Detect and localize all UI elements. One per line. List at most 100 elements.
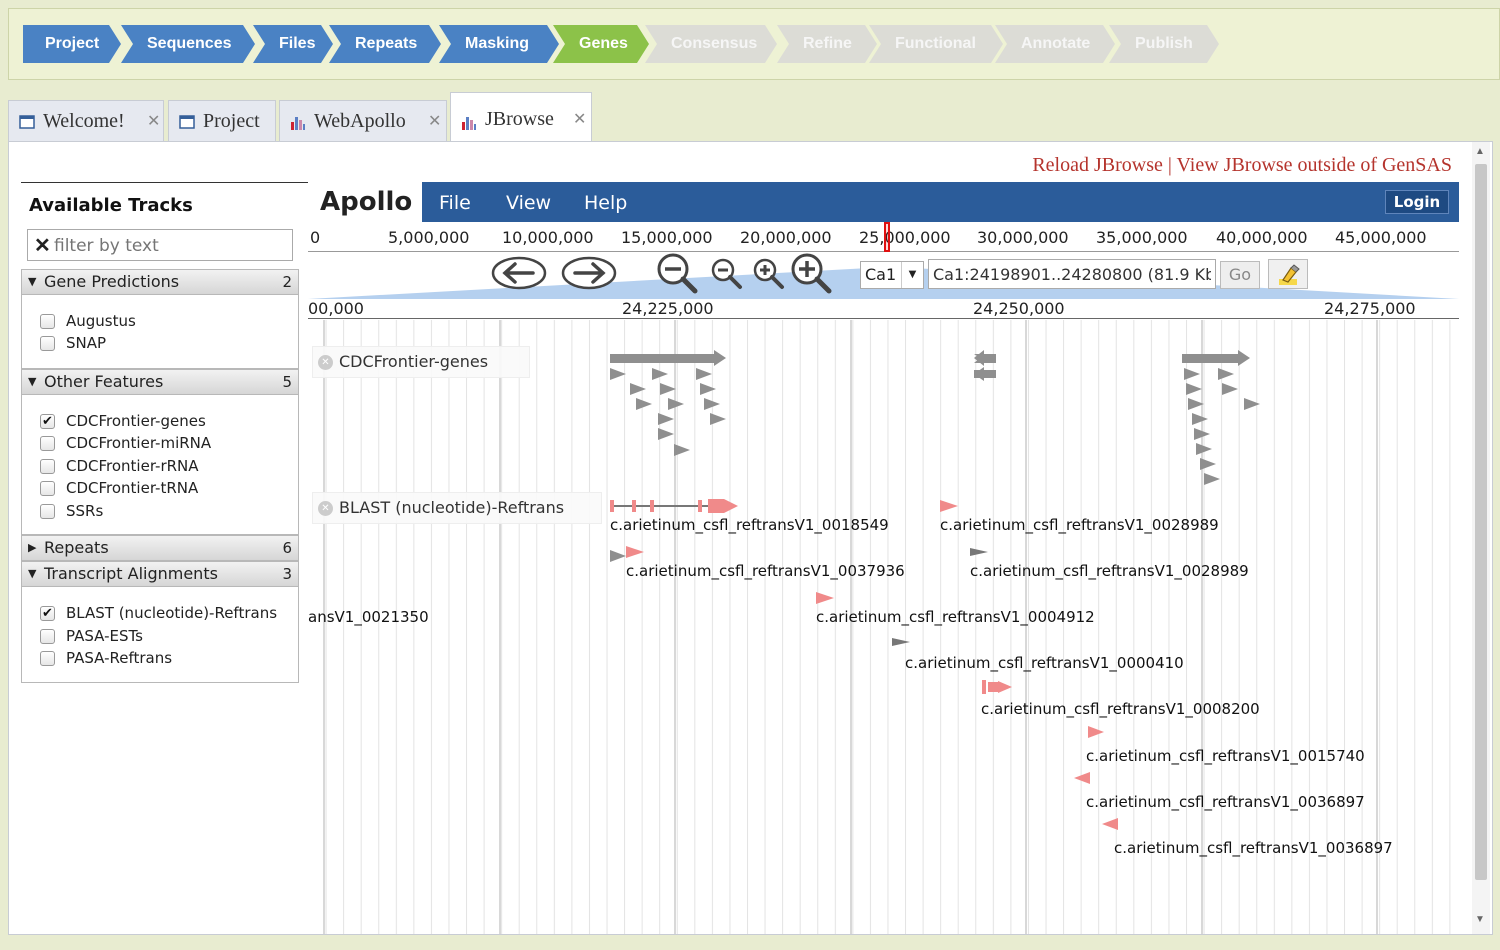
tab-label: JBrowse (485, 108, 554, 130)
scroll-up-icon[interactable]: ▲ (1475, 146, 1485, 157)
overview-tick: 40,000,000 (1216, 228, 1308, 247)
feature-label[interactable]: c.arietinum_csfl_reftransV1_0037936 (626, 562, 905, 580)
reload-jbrowse-link[interactable]: Reload JBrowse (1032, 154, 1163, 176)
track-label-genes[interactable]: ✕ CDCFrontier-genes (312, 346, 530, 378)
category-repeats[interactable]: ▶ Repeats 6 (21, 535, 299, 561)
track-selector: Available Tracks ✕ ▼ Gene Predictions 2 … (21, 182, 309, 934)
close-icon[interactable]: ✕ (428, 101, 441, 141)
menu-help[interactable]: Help (584, 192, 627, 214)
scale-ruler: 00,000 24,225,000 24,250,000 24,275,000 (308, 299, 1459, 319)
feature-label[interactable]: c.arietinum_csfl_reftransV1_0028989 (940, 516, 1219, 534)
overview-tick: 15,000,000 (621, 228, 713, 247)
scroll-down-icon[interactable]: ▼ (1475, 914, 1485, 925)
checked-checkbox[interactable]: ✔ (40, 606, 55, 621)
scale-tick: 24,275,000 (1324, 299, 1416, 318)
feature-label[interactable]: ansV1_0021350 (308, 608, 429, 626)
feature-label[interactable]: c.arietinum_csfl_reftransV1_0000410 (905, 654, 1184, 672)
step-project[interactable]: Project (23, 25, 121, 63)
track-name: CDCFrontier-genes (339, 352, 489, 371)
tab-webapollo[interactable]: WebApollo ✕ (279, 100, 447, 142)
track-filter-input[interactable] (54, 235, 284, 257)
view-outside-link[interactable]: View JBrowse outside of GenSAS (1177, 154, 1452, 176)
tab-welcome[interactable]: Welcome! ✕ (8, 100, 164, 142)
highlight-button[interactable] (1268, 259, 1308, 289)
step-refine[interactable]: Refine (777, 25, 877, 63)
category-gene-predictions[interactable]: ▼ Gene Predictions 2 (21, 269, 299, 295)
pan-left-button[interactable] (490, 253, 548, 293)
track-checkbox[interactable] (40, 504, 55, 519)
pan-right-button[interactable] (560, 253, 618, 293)
step-label: Functional (895, 35, 976, 52)
workflow-bar: Project Sequences Files Repeats Masking … (8, 8, 1500, 80)
category-body: Augustus SNAP (21, 295, 299, 369)
track-label: BLAST (nucleotide)-Reftrans (66, 604, 278, 622)
feature-label[interactable]: c.arietinum_csfl_reftransV1_0036897 (1086, 793, 1365, 811)
navigation-bar: Ca1 ▼ Go (308, 253, 1459, 299)
step-files[interactable]: Files (253, 25, 333, 63)
feature-label[interactable]: c.arietinum_csfl_reftransV1_0018549 (610, 516, 889, 534)
zoom-in-small-button[interactable] (750, 253, 786, 293)
category-transcript-alignments[interactable]: ▼ Transcript Alignments 3 (21, 561, 299, 587)
menu-view[interactable]: View (506, 192, 551, 214)
overview-tick: 45,000,000 (1335, 228, 1427, 247)
clear-filter-icon[interactable]: ✕ (34, 233, 51, 258)
feature-label[interactable]: c.arietinum_csfl_reftransV1_0036897 (1114, 839, 1393, 857)
location-input[interactable] (928, 259, 1216, 289)
step-annotate[interactable]: Annotate (995, 25, 1115, 63)
close-icon[interactable]: ✕ (147, 101, 160, 141)
expand-triangle-icon: ▶ (28, 541, 37, 554)
step-sequences[interactable]: Sequences (121, 25, 255, 63)
close-track-icon[interactable]: ✕ (318, 501, 333, 516)
go-button[interactable]: Go (1220, 261, 1260, 289)
login-button[interactable]: Login (1385, 190, 1449, 214)
step-consensus[interactable]: Consensus (645, 25, 777, 63)
close-icon[interactable]: ✕ (573, 93, 586, 145)
track-checkbox[interactable] (40, 336, 55, 351)
track-checkbox[interactable] (40, 314, 55, 329)
chevron-down-icon: ▼ (901, 262, 923, 288)
tab-jbrowse[interactable]: JBrowse ✕ (450, 92, 592, 142)
overview-tick: 5,000,000 (388, 228, 470, 247)
link-separator: | (1167, 154, 1172, 176)
apollo-logo: Apollo (308, 182, 422, 222)
category-other-features[interactable]: ▼ Other Features 5 (21, 369, 299, 395)
chromosome-select[interactable]: Ca1 ▼ (860, 261, 924, 289)
step-repeats[interactable]: Repeats (329, 25, 441, 63)
zoom-out-small-button[interactable] (708, 253, 744, 293)
arrow-right-icon (561, 256, 617, 290)
tab-project[interactable]: Project (168, 100, 276, 142)
step-functional[interactable]: Functional (869, 25, 1003, 63)
category-count: 3 (282, 565, 292, 583)
track-checkbox[interactable] (40, 436, 55, 451)
vertical-scrollbar[interactable]: ▲ ▼ (1472, 142, 1490, 934)
feature-label[interactable]: c.arietinum_csfl_reftransV1_0028989 (970, 562, 1249, 580)
feature-label[interactable]: c.arietinum_csfl_reftransV1_0008200 (981, 700, 1260, 718)
scrollbar-thumb[interactable] (1475, 164, 1487, 880)
track-checkbox[interactable] (40, 459, 55, 474)
checked-checkbox[interactable]: ✔ (40, 414, 55, 429)
jbrowse-panel: Reload JBrowse | View JBrowse outside of… (8, 141, 1493, 935)
step-genes[interactable]: Genes (553, 25, 649, 63)
feature-label[interactable]: c.arietinum_csfl_reftransV1_0015740 (1086, 747, 1365, 765)
step-masking[interactable]: Masking (439, 25, 559, 63)
collapse-triangle-icon: ▼ (28, 275, 37, 288)
overview-location-marker[interactable] (884, 222, 890, 252)
track-checkbox[interactable] (40, 481, 55, 496)
feature-label[interactable]: c.arietinum_csfl_reftransV1_0004912 (816, 608, 1095, 626)
track-area[interactable]: ✕ CDCFrontier-genes ✕ BLAST (nucleotide)… (308, 320, 1459, 934)
overview-tick: 35,000,000 (1096, 228, 1188, 247)
track-label-blast[interactable]: ✕ BLAST (nucleotide)-Reftrans (312, 492, 602, 524)
track-checkbox[interactable] (40, 651, 55, 666)
overview-tick: 30,000,000 (977, 228, 1069, 247)
menu-file[interactable]: File (439, 192, 471, 214)
zoom-in-large-button[interactable] (788, 253, 834, 294)
step-publish[interactable]: Publish (1109, 25, 1219, 63)
zoom-in-icon (753, 258, 784, 289)
category-body: ✔ CDCFrontier-genes CDCFrontier-miRNA CDC… (21, 395, 299, 535)
close-track-icon[interactable]: ✕ (318, 355, 333, 370)
category-label: Repeats (44, 538, 109, 557)
arrow-left-icon (491, 256, 547, 290)
track-checkbox[interactable] (40, 629, 55, 644)
zoom-out-large-button[interactable] (654, 253, 700, 294)
overview-ruler[interactable]: 0 5,000,000 10,000,000 15,000,000 20,000… (308, 222, 1459, 252)
